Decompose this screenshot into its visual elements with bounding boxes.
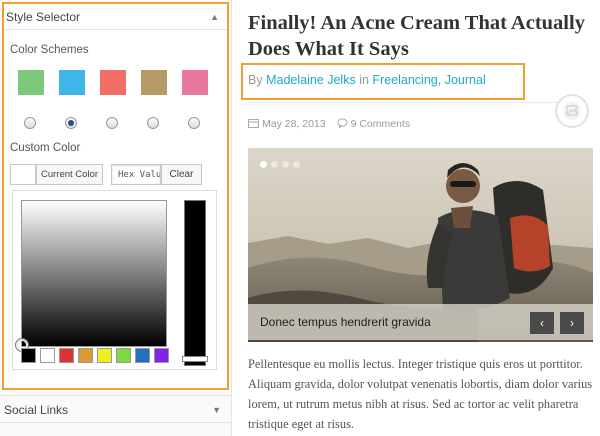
post-excerpt: Pellentesque eu mollis lectus. Integer t…: [248, 357, 593, 431]
slide-dot-1[interactable]: [260, 161, 267, 168]
slide-dot-3[interactable]: [282, 161, 289, 168]
clear-button[interactable]: Clear: [161, 164, 202, 185]
current-color-button[interactable]: Current Color: [36, 164, 103, 185]
image-format-icon: [555, 94, 589, 128]
byline-in: in: [359, 73, 369, 87]
post-byline: By Madelaine Jelks in Freelancing, Journ…: [248, 73, 486, 87]
slide-dot-4[interactable]: [293, 161, 300, 168]
hue-slider[interactable]: [182, 200, 208, 366]
scheme-swatch-red[interactable]: [100, 70, 126, 95]
style-selector-sidebar: Style Selector ▲ Color Schemes Custom Co…: [0, 0, 232, 436]
scheme-radio-blue[interactable]: [65, 117, 77, 129]
scheme-swatch-green[interactable]: [18, 70, 44, 95]
hex-value-input[interactable]: [111, 164, 161, 185]
comments-link[interactable]: 9 Comments: [351, 118, 411, 130]
slide-dot-2[interactable]: [271, 161, 278, 168]
hue-slider-handle[interactable]: [182, 356, 208, 362]
post-meta: May 28, 2013 9 Comments: [248, 118, 410, 130]
scheme-radio-green[interactable]: [24, 117, 36, 129]
style-selector-panel: Style Selector ▲ Color Schemes Custom Co…: [2, 2, 229, 390]
calendar-icon: [248, 119, 259, 128]
scheme-radio-tan[interactable]: [147, 117, 159, 129]
post-title[interactable]: Finally! An Acne Cream That Actually Doe…: [248, 10, 593, 62]
color-schemes-label: Color Schemes: [10, 44, 89, 56]
palette-swatch-green[interactable]: [116, 348, 131, 363]
category-separator: ,: [437, 73, 442, 87]
style-selector-title: Style Selector: [6, 10, 81, 24]
category-link-journal[interactable]: Journal: [445, 73, 486, 87]
category-link-freelancing[interactable]: Freelancing: [372, 73, 437, 87]
featured-image-slider[interactable]: Donec tempus hendrerit gravida ‹ ›: [248, 148, 593, 342]
palette-swatch-black[interactable]: [21, 348, 36, 363]
current-color-preview[interactable]: [10, 164, 36, 185]
social-links-title: Social Links: [4, 403, 69, 417]
social-links-header[interactable]: Social Links ▼: [0, 395, 231, 423]
palette-swatch-white[interactable]: [40, 348, 55, 363]
scheme-swatch-blue[interactable]: [59, 70, 85, 95]
saturation-value-area[interactable]: [16, 200, 167, 351]
scheme-swatch-pink[interactable]: [182, 70, 208, 95]
slide-caption-bar: Donec tempus hendrerit gravida ‹ ›: [248, 304, 593, 340]
palette-swatch-blue[interactable]: [135, 348, 150, 363]
scheme-radio-red[interactable]: [106, 117, 118, 129]
slider-pagination: [260, 155, 304, 173]
slider-prev-button[interactable]: ‹: [530, 312, 554, 334]
image-glyph-icon: [566, 105, 578, 116]
triangle-down-icon[interactable]: ▼: [212, 396, 221, 424]
slider-next-button[interactable]: ›: [560, 312, 584, 334]
comment-icon: [337, 118, 348, 128]
author-link[interactable]: Madelaine Jelks: [266, 73, 356, 87]
post-date: May 28, 2013: [262, 118, 326, 130]
palette-swatch-purple[interactable]: [154, 348, 169, 363]
style-selector-header[interactable]: Style Selector ▲: [4, 4, 227, 30]
post-divider: [248, 102, 558, 103]
triangle-up-icon[interactable]: ▲: [210, 4, 219, 30]
color-picker: [12, 190, 217, 370]
custom-color-label: Custom Color: [10, 142, 81, 154]
scheme-radio-pink[interactable]: [188, 117, 200, 129]
palette-swatch-yellow[interactable]: [97, 348, 112, 363]
palette-swatch-orange[interactable]: [78, 348, 93, 363]
palette-swatch-red[interactable]: [59, 348, 74, 363]
byline-by: By: [248, 73, 263, 87]
scheme-swatch-tan[interactable]: [141, 70, 167, 95]
slide-caption: Donec tempus hendrerit gravida: [260, 315, 431, 329]
